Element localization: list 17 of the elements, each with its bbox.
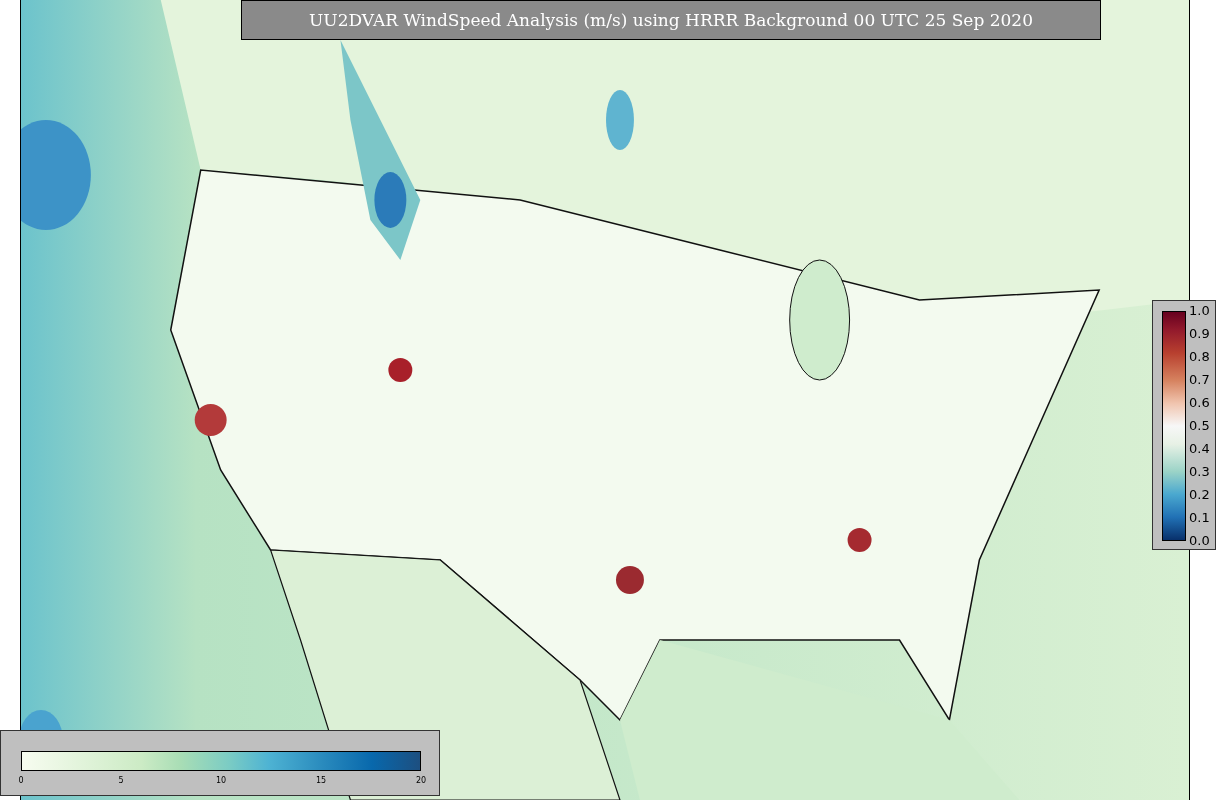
map-title: UU2DVAR WindSpeed Analysis (m/s) using HRRR Background 00 UTC 25 Sep 2020 <box>241 0 1101 40</box>
tick-label: 20 <box>415 776 427 786</box>
tick-label: 1.0 <box>1189 303 1210 319</box>
tick-label: 0.9 <box>1189 326 1210 342</box>
tick-label: 0.2 <box>1189 487 1210 503</box>
tick-label: 0.6 <box>1189 395 1210 411</box>
tick-label: 0.3 <box>1189 464 1210 480</box>
tick-label: 0.4 <box>1189 441 1210 457</box>
tick-label: 0.1 <box>1189 510 1210 526</box>
tick-label: 5 <box>118 776 124 786</box>
tick-label: 0.7 <box>1189 372 1210 388</box>
tick-label: 0.0 <box>1189 533 1210 549</box>
tick-label: 15 <box>315 776 327 786</box>
tick-label: 0.8 <box>1189 349 1210 365</box>
tick-label: 10 <box>215 776 227 786</box>
tick-label: 0 <box>18 776 24 786</box>
tick-label: 0.5 <box>1189 418 1210 434</box>
